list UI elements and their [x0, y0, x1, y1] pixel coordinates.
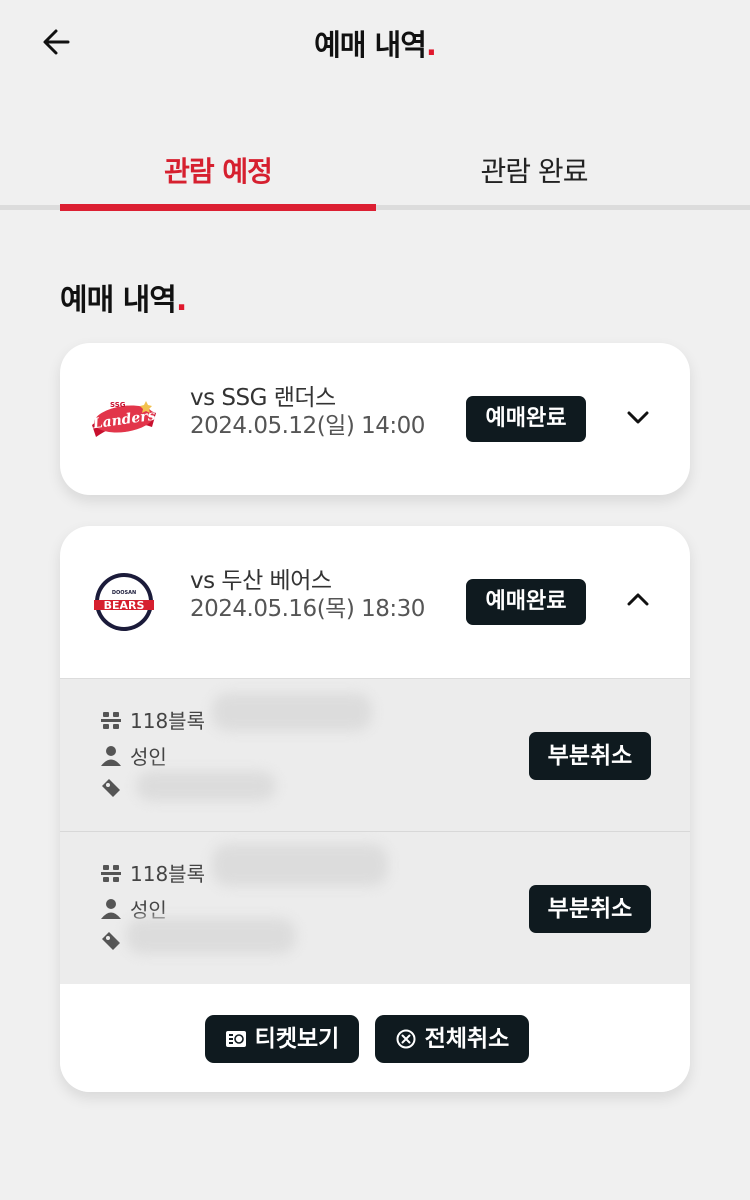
seat-icon: [101, 864, 121, 882]
ticket-row: 118블록 성인 부분취소: [60, 832, 690, 984]
seat-block-label: 118블록: [130, 709, 205, 733]
ticket-list: 118블록 성인 부분취소 118블록 성인 부분취소: [60, 678, 690, 985]
tab-active-indicator: [60, 204, 376, 211]
ticket-row: 118블록 성인 부분취소: [60, 679, 690, 832]
cancel-all-button[interactable]: 전체취소: [375, 1015, 529, 1063]
view-ticket-button[interactable]: 티켓보기: [205, 1015, 359, 1063]
ticket-icon: [225, 1031, 246, 1047]
status-badge: 예매완료: [466, 579, 586, 625]
ssg-landers-logo: Landers SSG: [91, 401, 157, 437]
svg-text:DOOSAN: DOOSAN: [112, 590, 136, 596]
reservation-card[interactable]: Landers SSG vs SSG 랜더스 2024.05.12(일) 14:…: [60, 343, 690, 495]
close-circle-icon: [396, 1029, 416, 1049]
svg-text:SSG: SSG: [110, 401, 126, 409]
cancel-all-label: 전체취소: [424, 1026, 510, 1052]
tab-completed[interactable]: 관람 완료: [376, 150, 692, 190]
game-datetime: 2024.05.16(목) 18:30: [190, 596, 425, 622]
seat-block-label: 118블록: [130, 862, 205, 886]
tab-upcoming[interactable]: 관람 예정: [60, 150, 376, 190]
doosan-bears-logo: BEARS DOOSAN: [94, 573, 154, 631]
chevron-up-icon[interactable]: [626, 588, 650, 612]
tag-icon: [102, 932, 120, 950]
section-title: 예매 내역.: [60, 283, 187, 318]
partial-cancel-button[interactable]: 부분취소: [529, 732, 651, 780]
person-icon: [101, 745, 121, 766]
ticket-price: [100, 777, 130, 799]
card-actions: 티켓보기 전체취소: [60, 984, 690, 1092]
app-header: 예매 내역.: [0, 0, 750, 90]
tab-bar: 관람 예정 관람 완료: [0, 140, 750, 214]
ticket-type: 성인: [100, 741, 167, 770]
ticket-type-label: 성인: [130, 745, 167, 769]
seat-block: 118블록: [100, 858, 205, 887]
svg-text:BEARS: BEARS: [104, 599, 145, 612]
page-title: 예매 내역.: [314, 28, 437, 62]
redacted-info: [136, 771, 276, 801]
person-icon: [101, 898, 121, 919]
game-datetime: 2024.05.12(일) 14:00: [190, 413, 425, 439]
redacted-info: [212, 844, 388, 886]
reservation-card[interactable]: BEARS DOOSAN vs 두산 베어스 2024.05.16(목) 18:…: [60, 526, 690, 1092]
view-ticket-label: 티켓보기: [254, 1026, 340, 1052]
seat-block: 118블록: [100, 705, 205, 734]
chevron-down-icon[interactable]: [626, 405, 650, 429]
status-badge: 예매완료: [466, 396, 586, 442]
reservation-summary[interactable]: BEARS DOOSAN vs 두산 베어스 2024.05.16(목) 18:…: [60, 526, 690, 678]
tag-icon: [102, 779, 120, 797]
redacted-info: [126, 918, 296, 954]
reservation-summary[interactable]: Landers SSG vs SSG 랜더스 2024.05.12(일) 14:…: [60, 343, 690, 495]
partial-cancel-button[interactable]: 부분취소: [529, 885, 651, 933]
redacted-info: [212, 693, 372, 731]
seat-icon: [101, 711, 121, 729]
